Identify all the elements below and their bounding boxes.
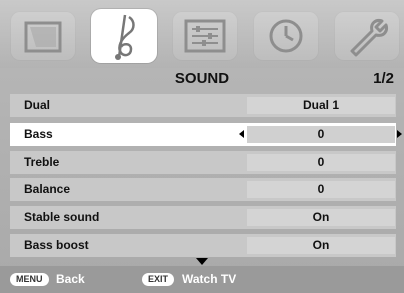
row-label: Bass bbox=[24, 127, 53, 141]
tv-sound-menu: SOUND 1/2 Dual Dual 1 Bass 0 Treble 0 Ba… bbox=[0, 0, 404, 293]
left-arrow-icon[interactable] bbox=[239, 130, 244, 138]
menu-row-bass[interactable]: Bass 0 bbox=[10, 123, 402, 146]
menu-row-bass-boost[interactable]: Bass boost On bbox=[10, 234, 396, 257]
exit-key-icon: EXIT bbox=[142, 273, 175, 286]
sliders-icon bbox=[184, 19, 226, 53]
menu-title: SOUND bbox=[174, 70, 230, 87]
tab-picture[interactable] bbox=[10, 11, 76, 61]
picture-icon bbox=[24, 21, 62, 53]
row-label: Balance bbox=[24, 182, 71, 196]
row-value: On bbox=[247, 209, 395, 226]
menu-row-stable-sound[interactable]: Stable sound On bbox=[10, 206, 396, 229]
row-label: Dual bbox=[24, 98, 51, 112]
menu-row-balance[interactable]: Balance 0 bbox=[10, 178, 396, 201]
scroll-down-arrow-icon[interactable] bbox=[196, 258, 208, 265]
row-label: Treble bbox=[24, 155, 60, 169]
row-value: On bbox=[247, 237, 395, 254]
tab-setup[interactable] bbox=[172, 11, 238, 61]
page-indicator: 1/2 bbox=[373, 70, 394, 87]
row-label: Bass boost bbox=[24, 238, 89, 252]
row-value: 0 bbox=[247, 154, 395, 171]
tab-timer[interactable] bbox=[253, 11, 319, 61]
back-label[interactable]: Back bbox=[56, 272, 85, 286]
menu-row-dual[interactable]: Dual Dual 1 bbox=[10, 94, 396, 117]
row-value: 0 bbox=[247, 126, 395, 143]
footer-bar: MENU Back EXIT Watch TV bbox=[0, 266, 404, 293]
tab-sound[interactable] bbox=[91, 9, 157, 63]
menu-header: SOUND 1/2 bbox=[0, 68, 404, 90]
clock-icon bbox=[269, 19, 303, 53]
watch-tv-label[interactable]: Watch TV bbox=[182, 272, 236, 286]
right-arrow-icon[interactable] bbox=[397, 130, 402, 138]
wrench-icon bbox=[350, 19, 388, 57]
row-label: Stable sound bbox=[24, 210, 100, 224]
menu-key-icon: MENU bbox=[10, 273, 49, 286]
row-value: 0 bbox=[247, 181, 395, 198]
menu-tab-bar bbox=[0, 0, 404, 68]
tab-settings[interactable] bbox=[334, 11, 400, 61]
menu-row-treble[interactable]: Treble 0 bbox=[10, 151, 396, 174]
music-note-icon bbox=[115, 14, 135, 60]
row-value: Dual 1 bbox=[247, 97, 395, 114]
